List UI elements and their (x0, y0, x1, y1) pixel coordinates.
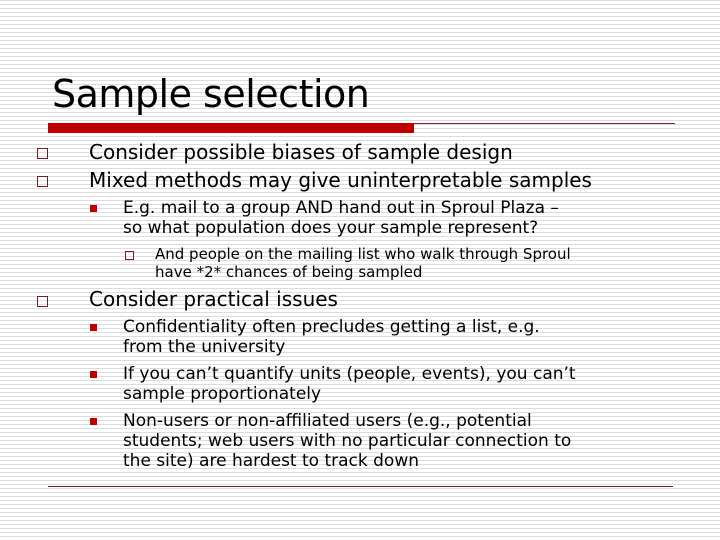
open-square-bullet-icon (125, 251, 134, 260)
text-line: have *2* chances of being sampled (155, 263, 423, 281)
text-line: the site) are hardest to track down (123, 451, 420, 471)
title-accent-bar (48, 123, 414, 133)
slide: Sample selection Consider possible biase… (0, 0, 720, 540)
sub-sub-bullet-item-double-chance: And people on the mailing list who walk … (155, 245, 675, 281)
filled-square-bullet-icon (90, 324, 97, 331)
open-square-bullet-icon (37, 176, 48, 187)
text-line: Confidentiality often precludes getting … (123, 317, 540, 337)
text-line: so what population does your sample repr… (123, 218, 539, 238)
filled-square-bullet-icon (90, 418, 97, 425)
text-line: from the university (123, 337, 286, 357)
bullet-item-mixed-methods: Mixed methods may give uninterpretable s… (89, 168, 592, 192)
slide-title: Sample selection (52, 72, 370, 116)
sub-bullet-item-mail-example: E.g. mail to a group AND hand out in Spr… (123, 198, 683, 238)
text-line: Non-users or non-affiliated users (e.g.,… (123, 411, 532, 431)
text-line: If you can’t quantify units (people, eve… (123, 364, 576, 384)
open-square-bullet-icon (37, 296, 48, 307)
filled-square-bullet-icon (90, 205, 97, 212)
open-square-bullet-icon (37, 148, 48, 159)
sub-bullet-item-quantify-units: If you can’t quantify units (people, eve… (123, 364, 683, 404)
sub-bullet-item-confidentiality: Confidentiality often precludes getting … (123, 317, 683, 357)
sub-bullet-item-non-users: Non-users or non-affiliated users (e.g.,… (123, 411, 683, 471)
filled-square-bullet-icon (90, 371, 97, 378)
bullet-item-biases: Consider possible biases of sample desig… (89, 140, 513, 164)
footer-rule-line (48, 486, 673, 487)
text-line: And people on the mailing list who walk … (155, 245, 571, 263)
text-line: sample proportionately (123, 384, 322, 404)
title-rule-line (414, 123, 675, 124)
text-line: E.g. mail to a group AND hand out in Spr… (123, 198, 559, 218)
text-line: students; web users with no particular c… (123, 431, 572, 451)
bullet-item-practical-issues: Consider practical issues (89, 287, 338, 311)
